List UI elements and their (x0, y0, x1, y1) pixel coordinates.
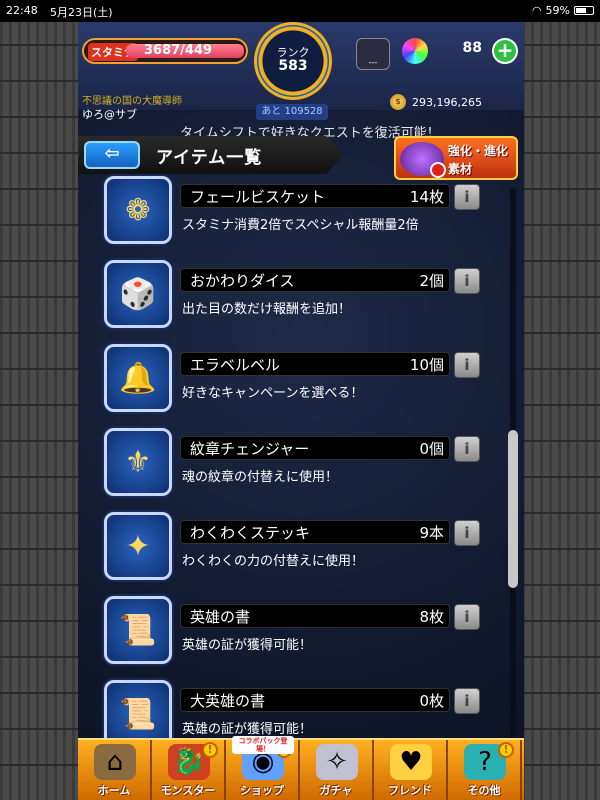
item-count: 14枚 (409, 188, 444, 206)
nav-label: ショップ (240, 784, 284, 797)
home-icon: ⌂ (94, 744, 136, 780)
item-desc: 好きなキャンペーンを選べる！ (182, 386, 364, 401)
right-stone-wall (522, 22, 600, 800)
info-button[interactable]: i (454, 268, 480, 294)
nav-other[interactable]: ? その他! (448, 740, 522, 800)
page-title-bar: ⇦ アイテム一覧 (78, 136, 344, 174)
nav-friend[interactable]: ♥ フレンド (374, 740, 448, 800)
add-orb-button[interactable]: + (492, 38, 518, 64)
header: スタミナ 3687/449 ランク 583 --- 88 + 不思議の国の大魔導… (78, 22, 524, 121)
nav-label: ホーム (97, 784, 131, 797)
item-count: 8枚 (419, 608, 444, 626)
item-desc: スタミナ消費2倍でスペシャル報酬量2倍 (182, 218, 419, 233)
battery-percent: 59% (545, 4, 570, 17)
list-item[interactable]: ❁ フェールビスケット 14枚 i スタミナ消費2倍でスペシャル報酬量2倍 (104, 170, 484, 254)
orb-count: 88 (462, 40, 482, 56)
item-name: 大英雄の書 (190, 692, 266, 710)
item-name: おかわりダイス (190, 272, 295, 290)
battery-icon (574, 6, 594, 15)
dice-icon: 🎲 (104, 260, 172, 328)
page-title: アイテム一覧 (156, 148, 263, 168)
stamina-value: 3687/449 (144, 43, 213, 58)
next-rank-exp: あと 109528 (256, 104, 328, 120)
friend-icon: ♥ (390, 744, 432, 780)
orb-icon (402, 38, 428, 64)
item-name: フェールビスケット (190, 188, 326, 206)
nav-label: ガチャ (319, 784, 353, 797)
info-button[interactable]: i (454, 688, 480, 714)
orb-slot-button[interactable]: --- (356, 38, 390, 70)
stick-icon: ✦ (104, 512, 172, 580)
alert-badge: ! (498, 742, 514, 758)
status-bar: 22:48 5月23日(土) ◠ 59% (0, 0, 600, 22)
back-button[interactable]: ⇦ (84, 141, 140, 169)
bell-icon: 🔔 (104, 344, 172, 412)
biscuit-icon: ❁ (104, 176, 172, 244)
evo-label-2: 進化 (484, 144, 509, 158)
item-desc: 英雄の証が獲得可能！ (182, 638, 313, 653)
nav-gacha[interactable]: ✧ ガチャ (300, 740, 374, 800)
collab-badge: コラボパック登場！ (232, 736, 294, 754)
nav-monster[interactable]: 🐉 モンスター! (152, 740, 226, 800)
list-item[interactable]: 🎲 おかわりダイス 2個 i 出た目の数だけ報酬を追加！ (104, 254, 484, 338)
alert-badge: ! (202, 742, 218, 758)
item-desc: 出た目の数だけ報酬を追加！ (182, 302, 352, 317)
item-name: わくわくステッキ (190, 524, 311, 542)
user-title: 不思議の国の大魔導師 (82, 96, 182, 107)
rank-value: 583 (278, 58, 308, 74)
stamina-bar: スタミナ 3687/449 (82, 38, 248, 64)
item-count: 0枚 (419, 692, 444, 710)
item-name: エラベルベル (190, 356, 281, 374)
item-count: 2個 (419, 272, 444, 290)
item-desc: わくわくの力の付替えに使用！ (182, 554, 365, 569)
list-item[interactable]: 📜 英雄の書 8枚 i 英雄の証が獲得可能！ (104, 590, 484, 674)
list-item[interactable]: 🔔 エラベルベル 10個 i 好きなキャンペーンを選べる！ (104, 338, 484, 422)
wifi-icon: ◠ (531, 4, 542, 17)
info-button[interactable]: i (454, 520, 480, 546)
rank-badge[interactable]: ランク 583 (254, 22, 332, 100)
nav-home[interactable]: ⌂ ホーム (78, 740, 152, 800)
nav-label: その他 (467, 784, 501, 797)
item-name: 紋章チェンジャー (190, 440, 310, 458)
item-desc: 魂の紋章の付替えに使用！ (182, 470, 339, 485)
item-desc: 英雄の証が獲得可能！ (182, 722, 313, 737)
scroll-icon: 📜 (104, 596, 172, 664)
info-button[interactable]: i (454, 352, 480, 378)
gacha-icon: ✧ (316, 744, 358, 780)
list-item[interactable]: ✦ わくわくステッキ 9本 i わくわくの力の付替えに使用！ (104, 506, 484, 590)
list-item[interactable]: ⚜ 紋章チェンジャー 0個 i 魂の紋章の付替えに使用！ (104, 422, 484, 506)
item-count: 0個 (419, 440, 444, 458)
status-time: 22:48 (6, 4, 38, 17)
emblem-changer-icon: ⚜ (104, 428, 172, 496)
left-stone-wall (0, 22, 78, 800)
info-button[interactable]: i (454, 604, 480, 630)
status-date: 5月23日(土) (50, 6, 113, 19)
orb-slot-text: --- (368, 58, 378, 67)
item-count: 10個 (409, 356, 444, 374)
nav-label: フレンド (388, 784, 432, 797)
scrollbar-thumb[interactable] (508, 430, 518, 588)
nav-label: モンスター (160, 784, 216, 797)
game-screen: スタミナ 3687/449 ランク 583 --- 88 + 不思議の国の大魔導… (78, 22, 524, 800)
info-button[interactable]: i (454, 184, 480, 210)
item-count: 9本 (419, 524, 444, 542)
item-name: 英雄の書 (190, 608, 251, 626)
coin-icon: $ (390, 94, 406, 110)
coin-value: 293,196,265 (412, 96, 482, 109)
info-button[interactable]: i (454, 436, 480, 462)
evo-label-1: 強化 (448, 144, 473, 158)
nav-shop[interactable]: ◉ ショップ!コラボパック登場！ (226, 736, 300, 800)
bottom-nav: ⌂ ホーム🐉 モンスター!◉ ショップ!コラボパック登場！✧ ガチャ♥ フレンド… (78, 736, 524, 800)
user-name: ゆろ@サブ (82, 108, 137, 121)
